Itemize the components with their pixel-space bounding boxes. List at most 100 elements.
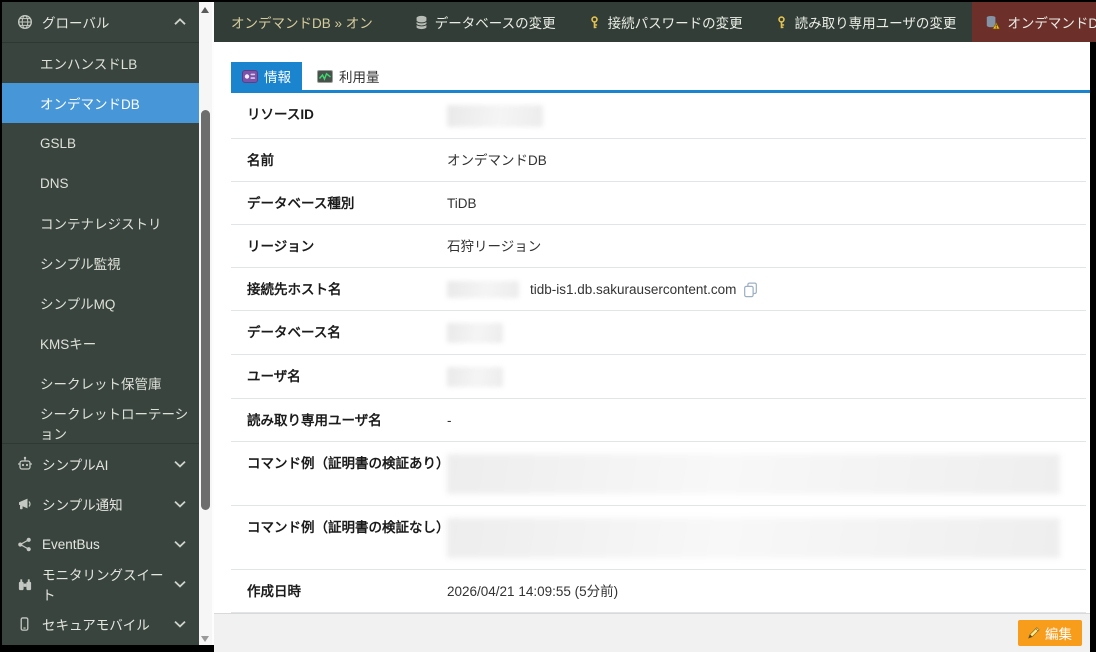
table-row-database-type: データベース種別 TiDB [231,182,1086,225]
copy-icon[interactable] [743,282,758,298]
key-icon [775,15,788,30]
sidebar-item-label: KMSキー [40,337,97,352]
table-row-database-name: データベース名 [231,311,1086,355]
detail-table: リソースID 名前 オンデマンドDB データベース種別 TiDB リージョン 石… [231,93,1086,613]
table-row-command-without-cert: コマンド例（証明書の検証なし） [231,506,1086,570]
sidebar-item-secure-mobile[interactable]: セキュアモバイル [2,604,199,644]
sidebar-item-label: モニタリングスイート [42,568,164,603]
scrollbar-up-arrow[interactable] [201,7,209,13]
app-window: グローバル エンハンスドLB オンデマンドDB GSLB DNS コンテナレジス… [2,2,1096,652]
sidebar-item-label: シンプル通知 [42,498,123,513]
tab-usage[interactable]: 利用量 [306,62,391,90]
tab-info[interactable]: 情報 [231,62,302,90]
table-row-command-with-cert: コマンド例（証明書の検証あり） [231,442,1086,506]
share-icon [16,537,33,552]
sidebar-item-label: DNS [40,175,69,191]
sidebar-item-label: セキュアモバイル [42,618,150,633]
sidebar-item-secret-vault[interactable]: シークレット保管庫 [2,363,199,403]
action-label: データベースの変更 [434,16,556,31]
row-label: リソースID [247,107,314,122]
chevron-down-icon [174,580,186,588]
table-row-readonly-user-name: 読み取り専用ユーザ名 - [231,399,1086,442]
sidebar-item-enhanced-lb[interactable]: エンハンスドLB [2,43,199,83]
sidebar-item-monitoring-suite[interactable]: モニタリングスイート [2,564,199,604]
chevron-down-icon [174,620,186,628]
sidebar-item-label: シンプルMQ [40,297,116,312]
sidebar-item-label: シークレットローテーション [40,407,189,442]
tab-label: 情報 [264,70,291,85]
table-row-resource-id: リソースID [231,93,1086,139]
delete-database-icon [985,15,1001,30]
chevron-up-icon [174,18,186,26]
sidebar-item-eventbus[interactable]: EventBus [2,524,199,564]
row-value: 石狩リージョン [447,239,542,254]
tab-bar: 情報 利用量 [231,62,1090,93]
row-value: TiDB [447,196,477,211]
sidebar-item-secret-rotation[interactable]: シークレットローテーション [2,403,199,443]
row-label: データベース名 [247,325,341,340]
content-panel: 情報 利用量 リソースID 名前 オンデマンドDB データベース種別 TiDB … [214,42,1090,652]
sidebar-item-kms-key[interactable]: KMSキー [2,323,199,363]
sidebar-item-gslb[interactable]: GSLB [2,123,199,163]
sidebar-item-label: シンプル監視 [40,257,121,272]
globe-icon [16,14,33,30]
sidebar-item-label: GSLB [40,135,77,151]
chevron-down-icon [174,460,186,468]
chevron-down-icon [174,540,186,548]
sidebar-item-label: EventBus [42,536,100,552]
chevron-down-icon [174,500,186,508]
redacted-value [447,281,519,298]
pencil-icon [1026,626,1040,640]
row-label: 接続先ホスト名 [247,282,342,297]
info-panel-icon [242,69,258,83]
table-row-host-name: 接続先ホスト名 tidb-is1.db.sakurausercontent.co… [231,268,1086,311]
sidebar-item-ondemand-db[interactable]: オンデマンドDB [2,83,199,123]
redacted-value [447,323,503,343]
table-row-created-at: 作成日時 2026/04/21 14:09:55 (5分前) [231,570,1086,613]
breadcrumb: オンデマンドDB » オン [231,16,373,31]
change-connection-password-button[interactable]: 接続パスワードの変更 [572,2,759,42]
change-readonly-user-button[interactable]: 読み取り専用ユーザの変更 [759,2,973,42]
action-label: オンデマンドDBを削除 [1007,16,1096,31]
sidebar-item-container-registry[interactable]: コンテナレジストリ [2,203,199,243]
row-value: tidb-is1.db.sakurausercontent.com [530,282,737,297]
delete-ondemand-db-button[interactable]: オンデマンドDBを削除 [972,2,1096,42]
robot-icon [16,456,33,472]
sidebar-item-label: シークレット保管庫 [40,377,162,392]
sidebar-item-label: グローバル [42,16,110,31]
tab-label: 利用量 [339,70,380,85]
sidebar-scrollbar[interactable] [199,2,214,645]
change-database-button[interactable]: データベースの変更 [399,2,572,42]
footer-bar: 編集 [214,613,1090,652]
scrollbar-thumb[interactable] [201,110,210,510]
action-label: 接続パスワードの変更 [607,16,743,31]
key-icon [588,15,601,30]
scrollbar-down-arrow[interactable] [201,636,209,642]
usage-chart-icon [317,69,333,83]
sidebar-item-global[interactable]: グローバル [2,2,199,43]
row-label: ユーザ名 [247,369,301,384]
sidebar-item-label: エンハンスドLB [40,57,138,72]
sidebar-item-label: コンテナレジストリ [40,217,162,232]
sidebar-item-label: オンデマンドDB [40,97,140,112]
row-value: - [447,413,452,428]
row-label: データベース種別 [247,196,355,211]
sidebar-item-dns[interactable]: DNS [2,163,199,203]
action-label: 読み取り専用ユーザの変更 [794,16,957,31]
edit-button-label: 編集 [1045,627,1072,642]
redacted-value [447,105,543,127]
binoculars-icon [16,577,33,592]
row-label: リージョン [247,239,315,254]
edit-button[interactable]: 編集 [1018,620,1082,646]
row-value: オンデマンドDB [447,153,547,168]
redacted-value [447,454,1061,494]
sidebar-item-simple-notification[interactable]: シンプル通知 [2,484,199,524]
sidebar-item-simple-monitoring[interactable]: シンプル監視 [2,243,199,283]
sidebar-item-label: シンプルAI [42,458,109,473]
sidebar: グローバル エンハンスドLB オンデマンドDB GSLB DNS コンテナレジス… [2,2,199,645]
top-action-bar: オンデマンドDB » オン データベースの変更 接続パスワードの変更 読み取り専… [214,2,1096,42]
row-value: 2026/04/21 14:09:55 (5分前) [447,584,619,599]
table-row-region: リージョン 石狩リージョン [231,225,1086,268]
sidebar-item-simple-mq[interactable]: シンプルMQ [2,283,199,323]
sidebar-item-simple-ai[interactable]: シンプルAI [2,444,199,484]
